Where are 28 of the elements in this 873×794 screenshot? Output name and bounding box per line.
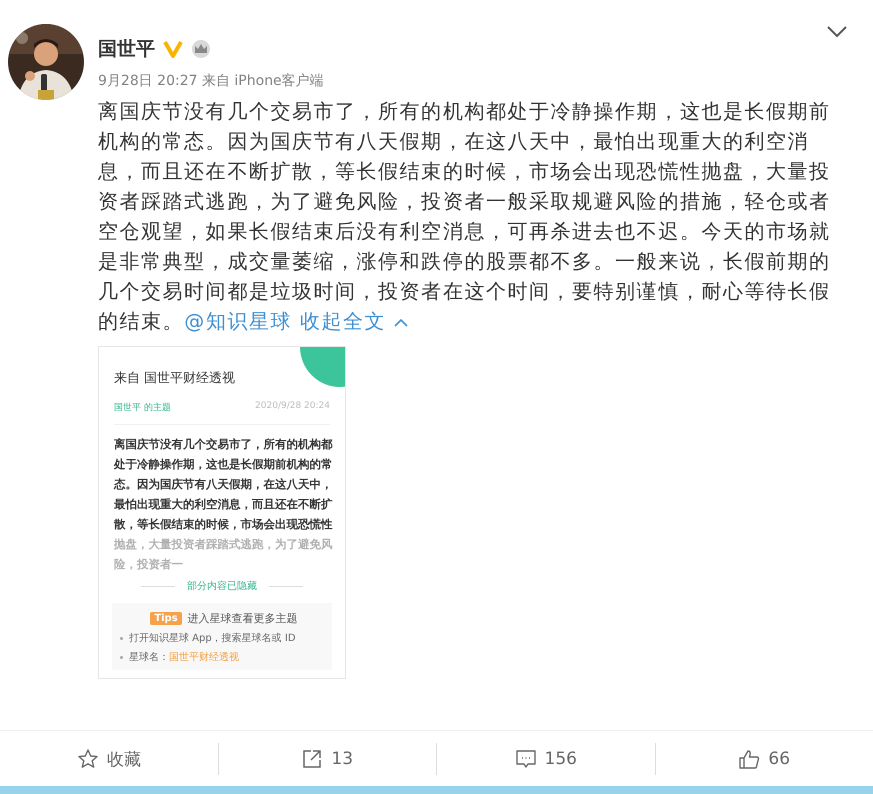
- tips-title: 进入星球查看更多主题: [188, 611, 298, 626]
- like-button[interactable]: 66: [656, 743, 873, 775]
- comment-icon: [514, 748, 537, 770]
- thumbs-up-icon: [738, 748, 760, 770]
- share-icon: [301, 748, 324, 770]
- star-icon: [76, 748, 99, 770]
- comment-button[interactable]: 156: [437, 743, 656, 775]
- chevron-down-icon[interactable]: [827, 26, 847, 38]
- tips-badge: Tips: [150, 612, 182, 625]
- topic-label: 国世平 的主题: [114, 402, 171, 414]
- attachment-card[interactable]: [98, 346, 346, 679]
- tip-text: 星球名：国世平财经透视: [129, 650, 239, 664]
- collapse-link[interactable]: 收起全文: [300, 309, 386, 333]
- faded-text: 抛盘，大量投资者踩踏式逃跑，为了避免风险，投资者一: [114, 537, 334, 573]
- favorite-button[interactable]: 收藏: [0, 743, 218, 775]
- card-title: 来自 国世平财经透视: [114, 370, 236, 387]
- hidden-notice: 部分内容已隐藏: [187, 580, 257, 593]
- user-name[interactable]: 国世平: [98, 36, 155, 62]
- crown-icon: [191, 39, 211, 59]
- mention-link[interactable]: @知识星球: [184, 309, 292, 333]
- card-date: 2020/9/28 20:24: [255, 401, 330, 413]
- tip-text: 打开知识星球 App，搜索星球名或 ID: [129, 632, 296, 645]
- verified-icon: [163, 40, 183, 58]
- post-meta: 9月28日 20:27 来自 iPhone客户端: [98, 72, 325, 90]
- card-text: 离国庆节没有几个交易市了，所有的机构都处于冷静操作期，这也是长假期前机构的常态。因为国庆节有八天假期，在这八天中，最怕出现重大的利空消息，而且还在不断扩散，等长假结束的时候，市场会出现恐慌性: [114, 437, 334, 533]
- post-text: 离国庆节没有几个交易市了，所有的机构都处于冷静操作期，这也是长假期前机构的常态。因为国庆节有八天假期，在这八天中，最怕出现重大的利空消息，而且还在不断扩散，等长假结束的时候，市场会出现恐慌性抛盘，大量投资者踩踏式逃跑，为了避免风险，投资者一般采取规避风险的措施，轻仓或者空仓观望，如果长假结束后没有利空消息，可再杀进去也不迟。今天的市场就是非常典型，成交量萎缩，涨停和跌停的股票都不多。一般来说，长假前期的几个交易时间都是垃圾时间，投资者在这个时间，要特别谨慎，耐心等待长假的结束。@知识星球 收起全文: [98, 98, 832, 335]
- caret-icon[interactable]: [394, 318, 408, 328]
- repost-button[interactable]: 13: [218, 743, 437, 775]
